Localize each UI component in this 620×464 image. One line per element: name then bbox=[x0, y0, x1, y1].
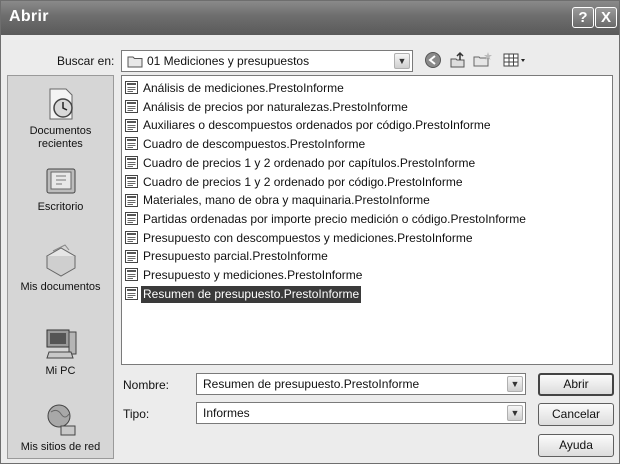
place-network[interactable]: Mis sitios de red bbox=[8, 402, 113, 454]
place-label: Mis documentos bbox=[20, 281, 101, 293]
places-bar: Documentos recientes Escritorio Mis docu… bbox=[7, 75, 114, 459]
recent-documents-icon bbox=[49, 88, 73, 120]
file-list-item[interactable]: Análisis de mediciones.PrestoInforme bbox=[125, 80, 346, 97]
filename-label: Nombre: bbox=[123, 378, 170, 392]
cancel-button[interactable]: Cancelar bbox=[538, 403, 614, 426]
file-list-item[interactable]: Materiales, mano de obra y maquinaria.Pr… bbox=[125, 192, 432, 209]
filetype-combobox[interactable]: Informes ▼ bbox=[196, 402, 526, 424]
report-file-icon bbox=[125, 193, 138, 207]
network-places-icon bbox=[47, 404, 75, 436]
look-in-value: 01 Mediciones y presupuestos bbox=[147, 54, 310, 68]
place-recent-documents[interactable]: Documentos recientes bbox=[8, 86, 113, 151]
file-list-item[interactable]: Partidas ordenadas por importe precio me… bbox=[125, 211, 528, 228]
file-name: Partidas ordenadas por importe precio me… bbox=[143, 211, 526, 226]
report-file-icon bbox=[125, 156, 138, 170]
chevron-down-icon[interactable]: ▼ bbox=[507, 405, 523, 421]
report-file-icon bbox=[125, 287, 138, 301]
file-name: Presupuesto parcial.PrestoInforme bbox=[143, 249, 328, 264]
file-name: Resumen de presupuesto.PrestoInforme bbox=[141, 285, 362, 303]
view-menu-icon[interactable] bbox=[503, 51, 529, 69]
place-label: Mis sitios de red bbox=[20, 441, 101, 453]
my-computer-icon bbox=[45, 329, 76, 359]
report-file-icon bbox=[125, 137, 138, 151]
file-list-item[interactable]: Presupuesto y mediciones.PrestoInforme bbox=[125, 267, 364, 284]
place-label: Documentos recientes bbox=[29, 125, 92, 150]
file-name: Análisis de mediciones.PrestoInforme bbox=[143, 81, 344, 95]
file-list-item[interactable]: Presupuesto parcial.PrestoInforme bbox=[125, 248, 330, 265]
file-name: Cuadro de descompuestos.PrestoInforme bbox=[143, 137, 366, 152]
place-desktop[interactable]: Escritorio bbox=[8, 166, 113, 214]
file-name: Cuadro de precios 1 y 2 ordenado por cód… bbox=[143, 174, 463, 189]
report-file-icon bbox=[125, 268, 138, 282]
place-label: Mi PC bbox=[45, 365, 76, 377]
file-list-item[interactable]: Cuadro de precios 1 y 2 ordenado por cap… bbox=[125, 155, 477, 172]
file-list-item[interactable]: Resumen de presupuesto.PrestoInforme bbox=[125, 285, 362, 303]
place-label: Escritorio bbox=[37, 201, 84, 213]
file-list-item[interactable]: Presupuesto con descompuestos y medicion… bbox=[125, 230, 475, 247]
file-name: Auxiliares o descompuestos ordenados por… bbox=[143, 118, 491, 133]
place-my-documents[interactable]: Mis documentos bbox=[8, 242, 113, 294]
report-file-icon bbox=[125, 230, 138, 244]
file-name: Materiales, mano de obra y maquinaria.Pr… bbox=[143, 193, 430, 208]
file-name: Análisis de precios por naturalezas.Pres… bbox=[143, 99, 408, 114]
report-file-icon bbox=[125, 100, 138, 114]
filetype-value: Informes bbox=[203, 406, 250, 420]
look-in-label: Buscar en: bbox=[57, 54, 115, 68]
file-list[interactable]: Análisis de mediciones.PrestoInforme Anál… bbox=[121, 75, 613, 365]
desktop-icon bbox=[46, 168, 75, 194]
new-folder-icon[interactable] bbox=[473, 51, 493, 69]
filename-value: Resumen de presupuesto.PrestoInforme bbox=[203, 377, 420, 391]
back-icon[interactable] bbox=[424, 51, 442, 69]
my-documents-icon bbox=[45, 244, 76, 277]
file-name: Presupuesto y mediciones.PrestoInforme bbox=[143, 268, 363, 282]
chevron-down-icon[interactable]: ▼ bbox=[507, 376, 523, 392]
filename-combobox[interactable]: Resumen de presupuesto.PrestoInforme ▼ bbox=[196, 373, 526, 395]
open-dialog: Abrir ? X Buscar en: 01 Mediciones y pre… bbox=[0, 0, 620, 464]
open-button[interactable]: Abrir bbox=[538, 373, 614, 396]
look-in-combobox[interactable]: 01 Mediciones y presupuestos ▼ bbox=[121, 50, 413, 72]
report-file-icon bbox=[125, 81, 138, 95]
report-file-icon bbox=[125, 212, 138, 226]
filetype-label: Tipo: bbox=[123, 407, 150, 421]
place-my-computer[interactable]: Mi PC bbox=[8, 326, 113, 378]
close-button[interactable]: X bbox=[595, 7, 617, 28]
report-file-icon bbox=[125, 174, 138, 188]
report-file-icon bbox=[125, 249, 138, 263]
report-file-icon bbox=[125, 118, 138, 132]
file-list-item[interactable]: Cuadro de descompuestos.PrestoInforme bbox=[125, 136, 367, 153]
file-name: Cuadro de precios 1 y 2 ordenado por cap… bbox=[143, 155, 476, 170]
file-list-item[interactable]: Análisis de precios por naturalezas.Pres… bbox=[125, 99, 410, 116]
up-folder-icon[interactable] bbox=[449, 51, 467, 69]
chevron-down-icon[interactable]: ▼ bbox=[394, 53, 410, 69]
help-button[interactable]: Ayuda bbox=[538, 434, 614, 457]
dialog-title: Abrir bbox=[9, 8, 49, 25]
help-title-button[interactable]: ? bbox=[572, 7, 594, 28]
file-name: Presupuesto con descompuestos y medicion… bbox=[143, 230, 473, 245]
title-bar[interactable]: Abrir ? X bbox=[1, 1, 619, 35]
file-list-item[interactable]: Auxiliares o descompuestos ordenados por… bbox=[125, 117, 493, 134]
file-list-item[interactable]: Cuadro de precios 1 y 2 ordenado por cód… bbox=[125, 174, 465, 191]
folder-icon bbox=[127, 56, 143, 68]
